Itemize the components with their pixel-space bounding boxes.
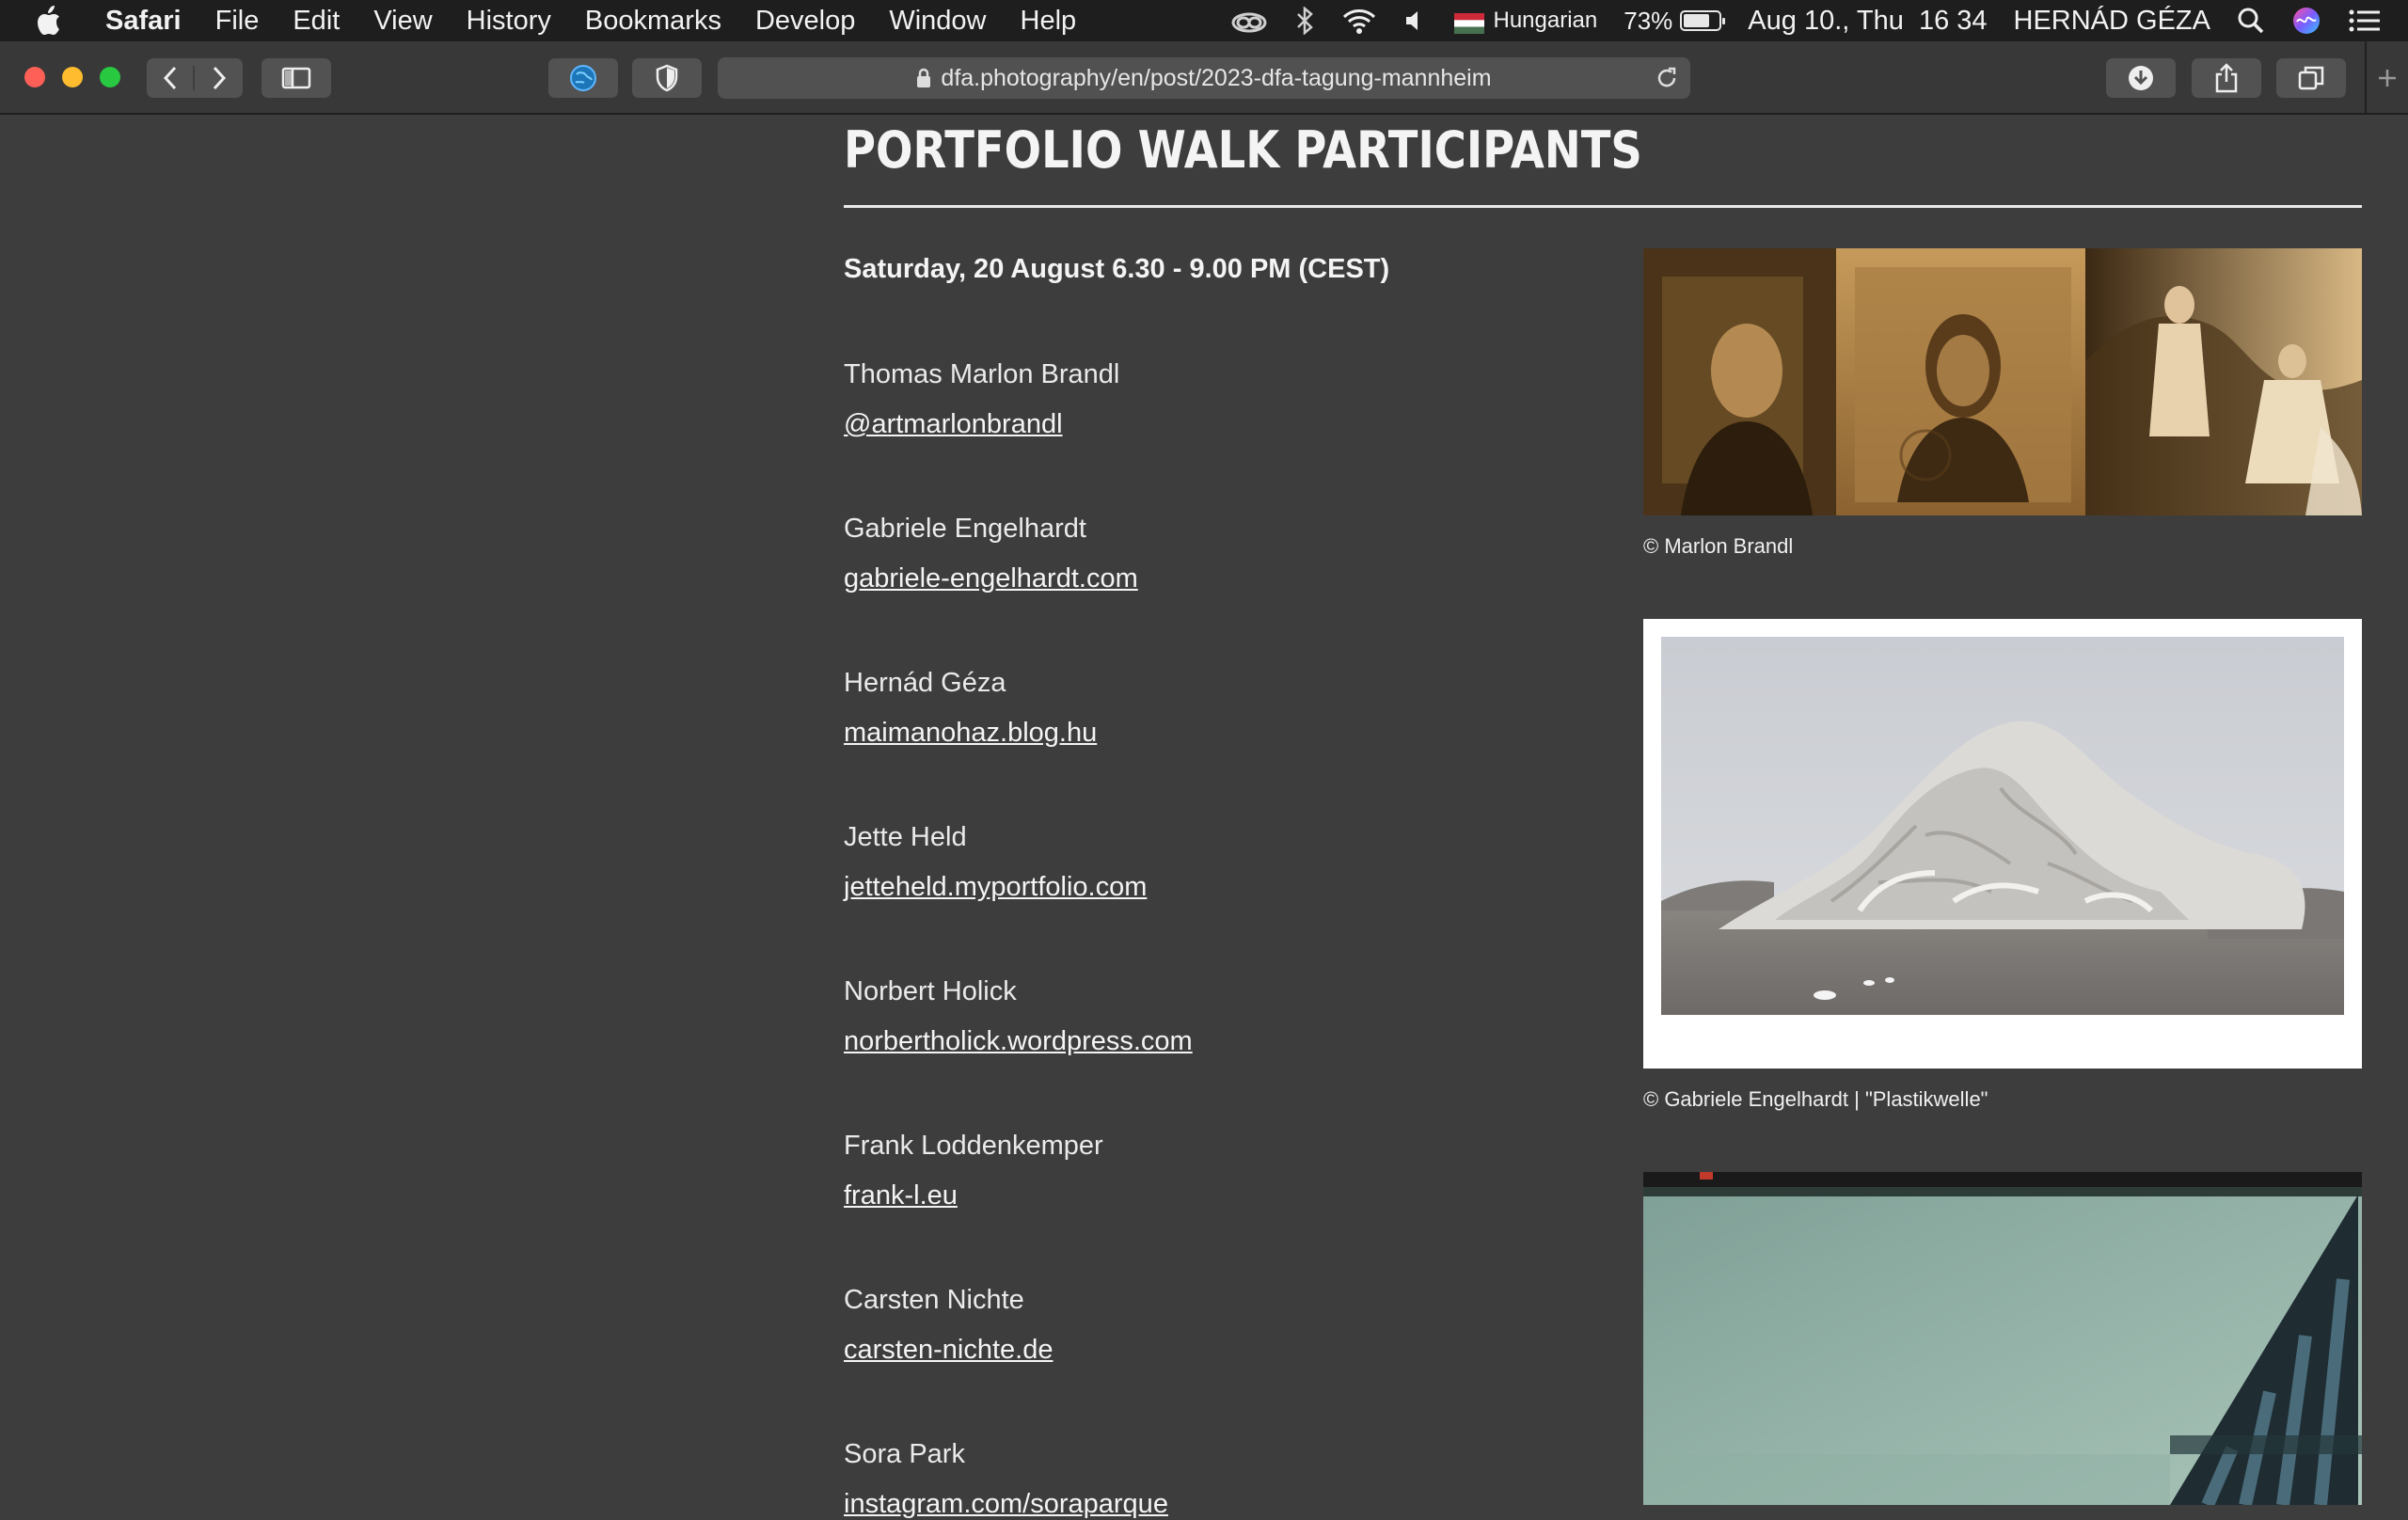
battery-status[interactable]: 73%: [1624, 7, 1721, 36]
participant-link[interactable]: frank-l.eu: [844, 1180, 1559, 1211]
tab-overview-button[interactable]: [2276, 58, 2346, 98]
list-item: Sora Park instagram.com/soraparque: [844, 1439, 1559, 1520]
chevron-right-icon: [212, 66, 227, 90]
reload-icon[interactable]: [1655, 66, 1679, 97]
plus-icon: [2376, 67, 2399, 89]
clock[interactable]: Aug 10., Thu 16 34: [1748, 6, 1987, 37]
menu-bar: Safari File Edit View History Bookmarks …: [0, 0, 2408, 41]
sidebar-toggle-button[interactable]: [261, 58, 331, 98]
list-item: Carsten Nichte carsten-nichte.de: [844, 1285, 1559, 1366]
web-page: PORTFOLIO WALK PARTICIPANTS Saturday, 20…: [0, 117, 2408, 1505]
menu-view[interactable]: View: [373, 6, 432, 37]
creative-cloud-icon[interactable]: [1230, 8, 1268, 34]
figure-brandl: © Marlon Brandl: [1643, 248, 2362, 559]
back-forward-group: [147, 58, 243, 98]
download-icon: [2127, 64, 2155, 92]
menu-develop[interactable]: Develop: [755, 6, 855, 37]
share-button[interactable]: [2192, 58, 2261, 98]
participant-name: Frank Loddenkemper: [844, 1131, 1559, 1162]
wifi-icon[interactable]: [1341, 8, 1377, 34]
privacy-report-button[interactable]: [632, 58, 702, 98]
status-area: Hungarian 73% Aug 10., Thu 16 34 HERNÁD …: [1230, 0, 2408, 41]
event-date: Saturday, 20 August 6.30 - 9.00 PM (CEST…: [844, 254, 1389, 285]
list-item: Frank Loddenkemper frank-l.eu: [844, 1131, 1559, 1211]
zoom-window-button[interactable]: [100, 67, 120, 87]
list-item: Gabriele Engelhardt gabriele-engelhardt.…: [844, 514, 1559, 594]
menu-bookmarks[interactable]: Bookmarks: [585, 6, 721, 37]
user-name[interactable]: HERNÁD GÉZA: [2014, 6, 2210, 37]
chevron-left-icon: [163, 66, 178, 90]
apple-menu-icon[interactable]: [34, 5, 75, 37]
spotlight-search-icon[interactable]: [2237, 7, 2265, 35]
share-icon: [2214, 63, 2239, 93]
browser-toolbar: dfa.photography/en/post/2023-dfa-tagung-…: [0, 41, 2408, 115]
participant-name: Gabriele Engelhardt: [844, 514, 1559, 545]
figure-third: [1643, 1172, 2362, 1505]
minimize-window-button[interactable]: [62, 67, 83, 87]
participant-link[interactable]: @artmarlonbrandl: [844, 409, 1559, 440]
battery-icon: [1680, 10, 1721, 31]
menu-edit[interactable]: Edit: [293, 6, 340, 37]
menu-help[interactable]: Help: [1021, 6, 1077, 37]
downloads-button[interactable]: [2106, 58, 2176, 98]
url-text: dfa.photography/en/post/2023-dfa-tagung-…: [941, 65, 1491, 92]
battery-percent: 73%: [1624, 7, 1672, 36]
title-divider: [844, 205, 2362, 208]
hungary-flag-icon: [1454, 10, 1484, 31]
participant-link[interactable]: norbertholick.wordpress.com: [844, 1026, 1559, 1057]
participant-name: Sora Park: [844, 1439, 1559, 1470]
close-window-button[interactable]: [24, 67, 45, 87]
menu-app-safari[interactable]: Safari: [105, 6, 182, 37]
figure-engelhardt: © Gabriele Engelhardt | "Plastikwelle": [1643, 619, 2362, 1112]
participant-link[interactable]: maimanohaz.blog.hu: [844, 718, 1559, 749]
list-item: Thomas Marlon Brandl @artmarlonbrandl: [844, 359, 1559, 440]
menu-window[interactable]: Window: [889, 6, 986, 37]
participant-name: Carsten Nichte: [844, 1285, 1559, 1316]
volume-icon[interactable]: [1403, 8, 1428, 33]
participant-name: Norbert Holick: [844, 976, 1559, 1007]
image-caption: © Gabriele Engelhardt | "Plastikwelle": [1643, 1087, 2362, 1112]
photo-engelhardt: [1643, 619, 2362, 1069]
extension-globe-icon: [568, 63, 598, 93]
notification-center-icon[interactable]: [2348, 8, 2382, 34]
participant-link[interactable]: carsten-nichte.de: [844, 1335, 1559, 1366]
participant-link[interactable]: jetteheld.myportfolio.com: [844, 872, 1559, 903]
menu-history[interactable]: History: [467, 6, 551, 37]
participant-name: Jette Held: [844, 822, 1559, 853]
siri-icon[interactable]: [2291, 6, 2321, 36]
lock-icon: [916, 68, 931, 88]
input-source-menu[interactable]: Hungarian: [1454, 8, 1598, 34]
image-caption: © Marlon Brandl: [1643, 534, 2362, 559]
menu-file[interactable]: File: [215, 6, 260, 37]
forward-button[interactable]: [195, 66, 243, 90]
list-item: Jette Held jetteheld.myportfolio.com: [844, 822, 1559, 903]
participant-name: Thomas Marlon Brandl: [844, 359, 1559, 390]
address-bar[interactable]: dfa.photography/en/post/2023-dfa-tagung-…: [718, 57, 1690, 99]
participant-name: Hernád Géza: [844, 668, 1559, 699]
extension-button[interactable]: [548, 58, 618, 98]
bluetooth-icon[interactable]: [1294, 7, 1315, 35]
participant-link[interactable]: gabriele-engelhardt.com: [844, 563, 1559, 594]
photo-brandl: [1643, 248, 2362, 515]
list-item: Norbert Holick norbertholick.wordpress.c…: [844, 976, 1559, 1057]
new-tab-button[interactable]: [2365, 41, 2408, 115]
sidebar-icon: [281, 67, 311, 89]
list-item: Hernád Géza maimanohaz.blog.hu: [844, 668, 1559, 749]
photo-third: [1643, 1172, 2362, 1505]
page-title: PORTFOLIO WALK PARTICIPANTS: [844, 120, 1642, 180]
back-button[interactable]: [147, 66, 195, 90]
input-language-label: Hungarian: [1494, 8, 1598, 34]
tabs-icon: [2297, 65, 2325, 91]
shield-icon: [655, 64, 679, 92]
